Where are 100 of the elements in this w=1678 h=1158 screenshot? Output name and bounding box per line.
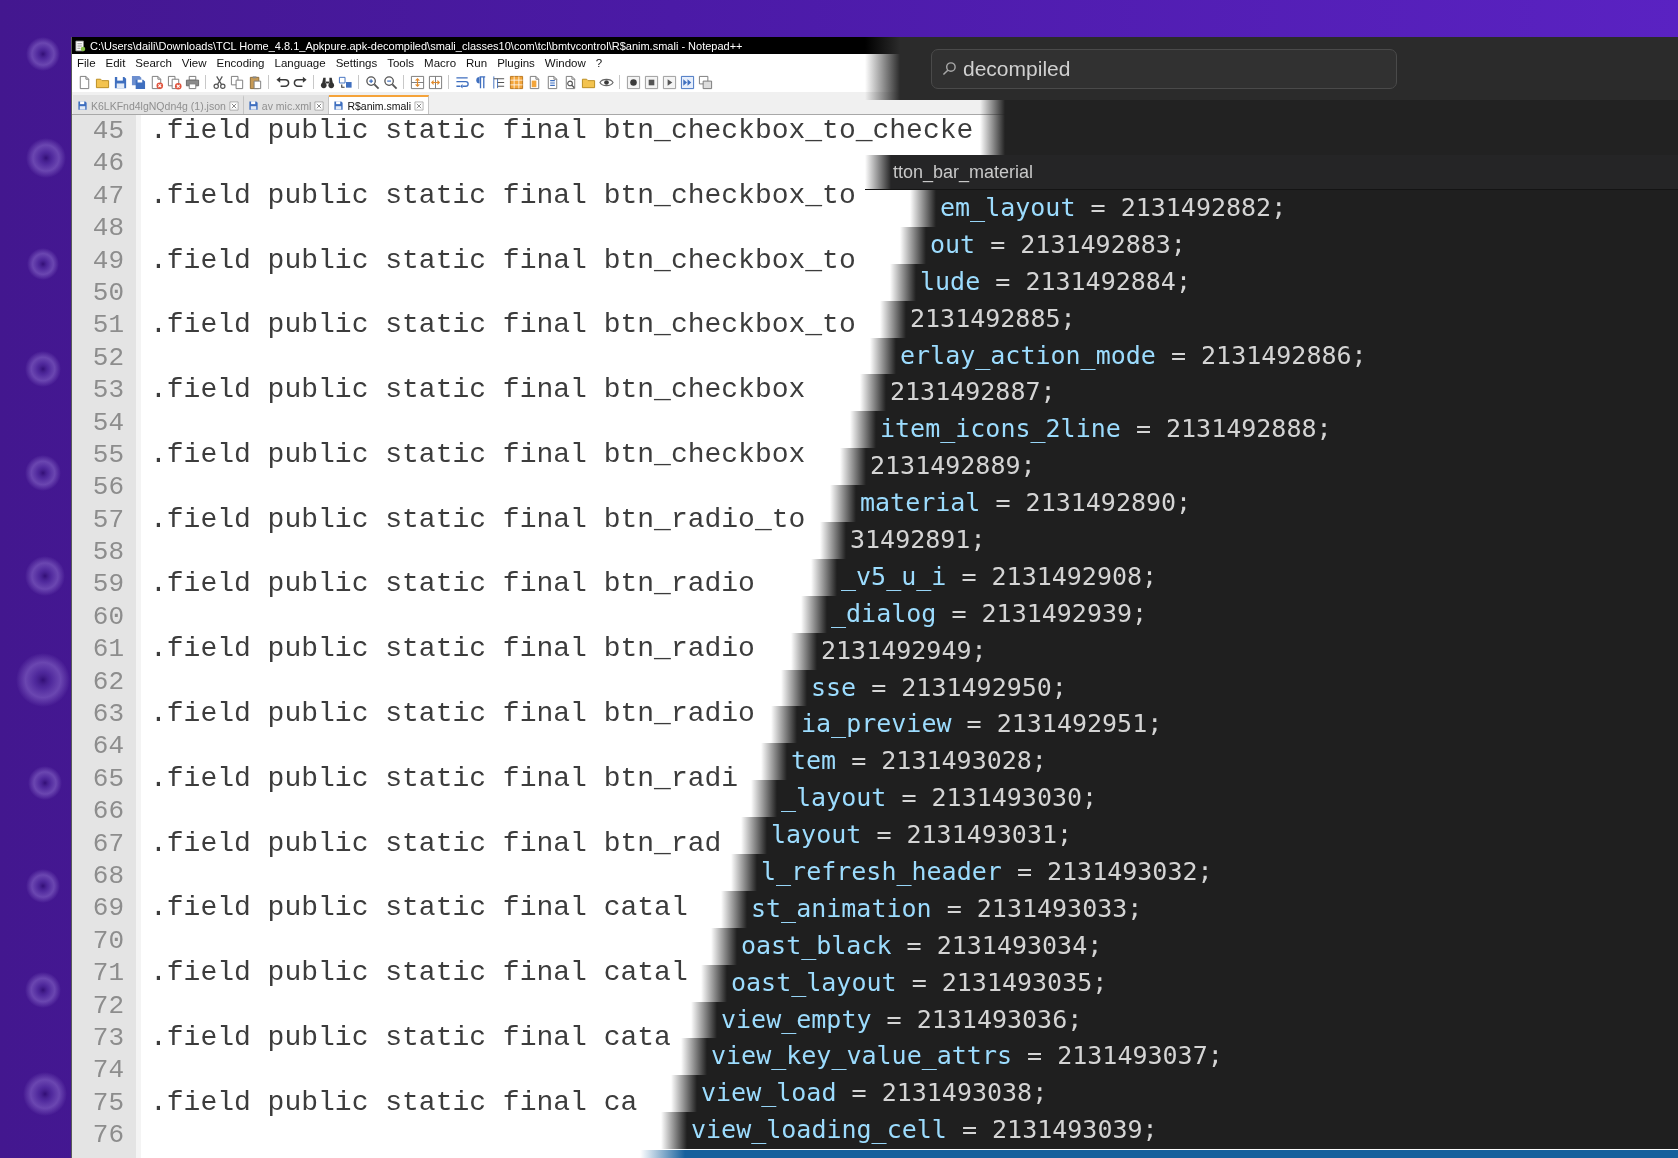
windows-icon[interactable] bbox=[697, 74, 713, 90]
menu-item[interactable]: Run bbox=[461, 57, 493, 69]
copy-icon[interactable] bbox=[229, 74, 245, 90]
line-number: 65 bbox=[92, 763, 124, 794]
code-line: .field public static final btn_rad bbox=[150, 827, 722, 859]
close-icon[interactable] bbox=[414, 100, 425, 111]
menu-item[interactable]: Language bbox=[269, 57, 331, 69]
code-line: view_load = 2131493038; bbox=[701, 1078, 1048, 1108]
replace-icon[interactable] bbox=[337, 74, 353, 90]
code-line: erlay_action_mode = 2131492886; bbox=[900, 340, 1367, 370]
code-line: .field public static final btn_checkbox bbox=[150, 374, 806, 406]
file-tab[interactable]: R$anim.smali bbox=[329, 95, 430, 114]
line-number: 69 bbox=[92, 893, 124, 924]
line-number: 67 bbox=[92, 828, 124, 859]
document-grid-icon[interactable] bbox=[508, 74, 524, 90]
line-number: 51 bbox=[92, 310, 124, 341]
line-number: 50 bbox=[92, 277, 124, 308]
code-line: l_refresh_header = 2131493032; bbox=[761, 857, 1213, 887]
notepad-icon bbox=[74, 39, 86, 52]
code-line: out = 2131492883; bbox=[930, 229, 1186, 259]
code-line: lude = 2131492884; bbox=[920, 266, 1191, 296]
menu-item[interactable]: Tools bbox=[382, 57, 420, 69]
code-line: .field public static final catal bbox=[150, 892, 688, 924]
code-line: .field public static final btn_checkbox_to bbox=[150, 244, 856, 276]
split-horizontal-icon[interactable] bbox=[427, 74, 443, 90]
line-number: 47 bbox=[92, 180, 124, 211]
line-number: 57 bbox=[92, 504, 124, 535]
code-line: ia_preview = 2131492951; bbox=[801, 709, 1163, 739]
window-title: C:\Users\daili\Downloads\TCL Home_4.8.1_Apkpure.apk-decompiled\smali_classes10\com\tcl\bmtvcontrol\R$anim.smali - Notepad++ bbox=[90, 39, 743, 52]
menu-item[interactable]: View bbox=[176, 57, 212, 69]
code-line: .field public static final catal bbox=[150, 957, 688, 989]
line-number: 45 bbox=[92, 116, 124, 146]
search-field[interactable]: decompiled bbox=[931, 48, 1397, 89]
menu-item[interactable]: Encoding bbox=[211, 57, 270, 69]
code-line: .field public static final btn_radio bbox=[150, 633, 755, 665]
code-line: layout = 2131493031; bbox=[771, 820, 1073, 850]
line-number: 72 bbox=[92, 990, 124, 1021]
floppy-disks-icon[interactable] bbox=[130, 74, 146, 90]
indent-guide-icon[interactable] bbox=[490, 74, 506, 90]
line-number: 54 bbox=[92, 407, 124, 438]
zoom-out-icon[interactable] bbox=[382, 74, 398, 90]
code-line: view_key_value_attrs = 2131493037; bbox=[711, 1041, 1223, 1071]
line-number: 48 bbox=[92, 213, 124, 244]
line-number: 60 bbox=[92, 601, 124, 632]
redo-icon[interactable] bbox=[292, 74, 308, 90]
menu-item[interactable]: Window bbox=[539, 57, 591, 69]
line-number: 75 bbox=[92, 1087, 124, 1118]
line-number: 55 bbox=[92, 439, 124, 470]
zoom-in-icon[interactable] bbox=[364, 74, 380, 90]
code-line: 31492891; bbox=[850, 525, 986, 554]
clipboard-icon[interactable] bbox=[247, 74, 263, 90]
record-icon[interactable] bbox=[625, 74, 641, 90]
code-line: .field public static final btn_checkbox_to bbox=[150, 179, 856, 211]
code-line: .field public static final btn_radio bbox=[150, 568, 755, 600]
play-icon[interactable] bbox=[661, 74, 677, 90]
line-number: 46 bbox=[92, 148, 124, 179]
scissors-icon[interactable] bbox=[211, 74, 227, 90]
line-number: 64 bbox=[92, 731, 124, 762]
undo-icon[interactable] bbox=[274, 74, 290, 90]
code-line: st_animation = 2131493033; bbox=[751, 893, 1143, 923]
printer-icon[interactable] bbox=[184, 74, 200, 90]
stop-icon[interactable] bbox=[643, 74, 659, 90]
code-line: item_icons_2line = 2131492888; bbox=[880, 414, 1332, 444]
close-icon[interactable] bbox=[314, 100, 325, 111]
code-line: sse = 2131492950; bbox=[811, 672, 1067, 702]
code-line: .field public static final cata bbox=[150, 1021, 671, 1053]
line-number: 73 bbox=[92, 1022, 124, 1053]
line-number: 58 bbox=[92, 537, 124, 568]
line-number: 71 bbox=[92, 958, 124, 989]
code-line: _layout = 2131493030; bbox=[781, 783, 1098, 813]
menu-item[interactable]: Plugins bbox=[492, 57, 540, 69]
code-line: 2131492885; bbox=[910, 303, 1076, 333]
line-number: 59 bbox=[92, 569, 124, 600]
menu-item[interactable]: Edit bbox=[100, 57, 131, 69]
menu-item[interactable]: Macro bbox=[419, 57, 462, 69]
close-icon[interactable] bbox=[228, 100, 239, 111]
wrap-icon[interactable] bbox=[454, 74, 470, 90]
code-line: oast_layout = 2131493035; bbox=[731, 967, 1108, 997]
code-line: view_empty = 2131493036; bbox=[721, 1004, 1083, 1034]
code-line: .field public static final btn_checkbox bbox=[150, 438, 806, 470]
menu-item[interactable]: ? bbox=[590, 57, 608, 69]
search-icon bbox=[942, 61, 957, 76]
line-number: 49 bbox=[92, 245, 124, 276]
code-line: tem = 2131493028; bbox=[791, 746, 1047, 776]
menu-item[interactable]: Search bbox=[130, 57, 177, 69]
code-line: em_layout = 2131492882; bbox=[940, 193, 1287, 222]
line-number: 62 bbox=[92, 666, 124, 697]
code-line: material = 2131492890; bbox=[860, 488, 1192, 518]
line-number: 56 bbox=[92, 472, 124, 503]
menu-item[interactable]: Settings bbox=[330, 57, 383, 69]
menu-item[interactable]: File bbox=[72, 57, 101, 69]
split-vertical-icon[interactable] bbox=[409, 74, 425, 90]
code-line: _dialog = 2131492939; bbox=[831, 598, 1148, 628]
fast-forward-icon[interactable] bbox=[679, 74, 695, 90]
sticky-header-label: tton_bar_material bbox=[893, 162, 1034, 182]
code-line: .field public static final btn_radio bbox=[150, 698, 755, 730]
line-number: 74 bbox=[92, 1055, 124, 1086]
close-files-icon[interactable] bbox=[166, 74, 182, 90]
line-number: 66 bbox=[92, 796, 124, 827]
line-number: 53 bbox=[92, 375, 124, 406]
